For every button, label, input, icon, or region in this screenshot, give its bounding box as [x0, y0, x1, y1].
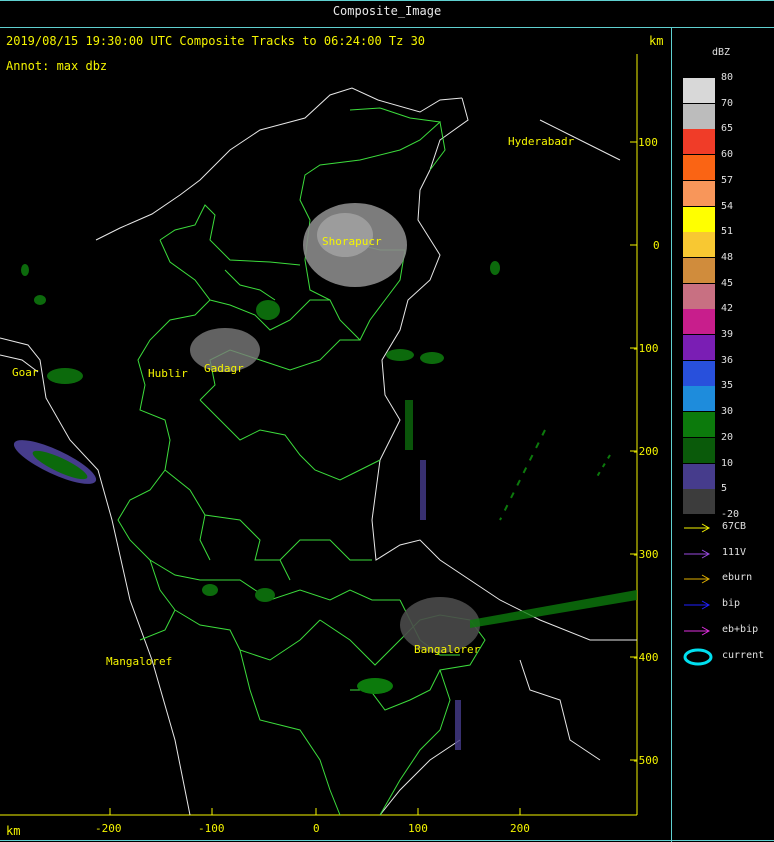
legend-swatch: [683, 412, 715, 438]
city-label-bangalore: Bangalorer: [414, 643, 481, 656]
legend-swatch: [683, 155, 715, 181]
track-arrow-icon: [684, 600, 711, 610]
city-label-gadag: Gadagr: [204, 362, 244, 375]
state-boundaries: [0, 87, 637, 816]
legend-swatch: [683, 386, 715, 412]
unit-top-label: km: [649, 34, 664, 48]
legend-swatch: [683, 232, 715, 258]
y-tick-label: -300: [632, 548, 659, 561]
track-label: current: [722, 649, 765, 661]
header-line: 2019/08/15 19:30:00 UTC Composite Tracks…: [6, 34, 426, 48]
legend-label: 48: [721, 251, 734, 263]
legend-label: 70: [721, 97, 734, 109]
legend-swatch: [683, 180, 715, 206]
legend-swatch: [683, 206, 715, 232]
x-tick-label: 200: [510, 822, 530, 835]
legend-swatch: [683, 309, 715, 335]
legend-swatch: [683, 283, 715, 309]
city-label-mangalore: Mangaloref: [106, 655, 173, 668]
legend-label: 54: [721, 200, 734, 212]
legend-label: 65: [721, 123, 734, 135]
legend-swatch: [683, 129, 715, 155]
legend-label: 36: [721, 354, 734, 366]
x-tick-label: 0: [313, 822, 320, 835]
district-boundaries: [117, 107, 486, 816]
track-arrow-icon: [684, 574, 711, 584]
legend-swatch: [683, 78, 715, 103]
legend-label: 30: [721, 406, 734, 418]
track-label: 67CB: [722, 521, 747, 532]
frame-title-sep: [0, 27, 774, 28]
legend-label: 80: [721, 72, 734, 83]
legend-swatch: [683, 463, 715, 489]
y-tick-label: -400: [632, 651, 659, 664]
legend-title: dBZ: [712, 47, 731, 58]
frame-top: [0, 0, 774, 1]
legend-label: 60: [721, 149, 734, 161]
y-tick-label: -100: [632, 342, 659, 355]
track-arrow-icon: [684, 626, 711, 636]
current-position-icon: [683, 648, 713, 665]
legend-label: 51: [721, 226, 734, 238]
track-arrow-icon: [684, 549, 711, 559]
legend-label: 5: [721, 483, 728, 495]
x-tick-label: 100: [408, 822, 428, 835]
city-label-goa: Goar: [12, 366, 39, 379]
legend-swatch: [683, 360, 715, 386]
radar-map[interactable]: [0, 52, 671, 822]
track-label: eburn: [722, 572, 753, 584]
legend-label: 35: [721, 380, 734, 392]
x-tick-label: -200: [95, 822, 122, 835]
frame-bottom: [0, 840, 774, 841]
legend-swatch: [683, 257, 715, 283]
y-tick-label: -500: [632, 754, 659, 767]
legend-swatch: [683, 335, 715, 360]
x-tick-label: -100: [198, 822, 225, 835]
track-label: eb+bip: [722, 623, 759, 635]
legend-label: 42: [721, 303, 734, 315]
legend-label: 45: [721, 277, 734, 289]
unit-bottom-label: km: [6, 824, 21, 838]
legend-label: 20: [721, 431, 734, 443]
track-arrow-icon: [684, 523, 711, 533]
city-label-hyderabad: Hyderabadr: [508, 135, 575, 148]
legend-label: -20: [721, 508, 740, 520]
frame-legend-sep: [671, 27, 672, 842]
legend-swatch: [683, 103, 715, 129]
legend-label: 57: [721, 174, 734, 186]
legend-swatch: [683, 437, 715, 463]
legend-label: 39: [721, 329, 734, 340]
y-tick-label: 0: [653, 239, 660, 252]
y-tick-label: 100: [638, 136, 658, 149]
track-label: bip: [722, 598, 741, 610]
y-tick-label: -200: [632, 445, 659, 458]
track-label: 111V: [722, 546, 747, 558]
legend-swatch: [683, 489, 715, 515]
legend-label: 10: [721, 457, 734, 469]
city-label-hubli: Hublir: [148, 367, 188, 380]
radar-echoes: [13, 203, 637, 750]
city-label-shorapur: Shorapucr: [322, 235, 382, 248]
window-title: Composite_Image: [332, 4, 442, 18]
